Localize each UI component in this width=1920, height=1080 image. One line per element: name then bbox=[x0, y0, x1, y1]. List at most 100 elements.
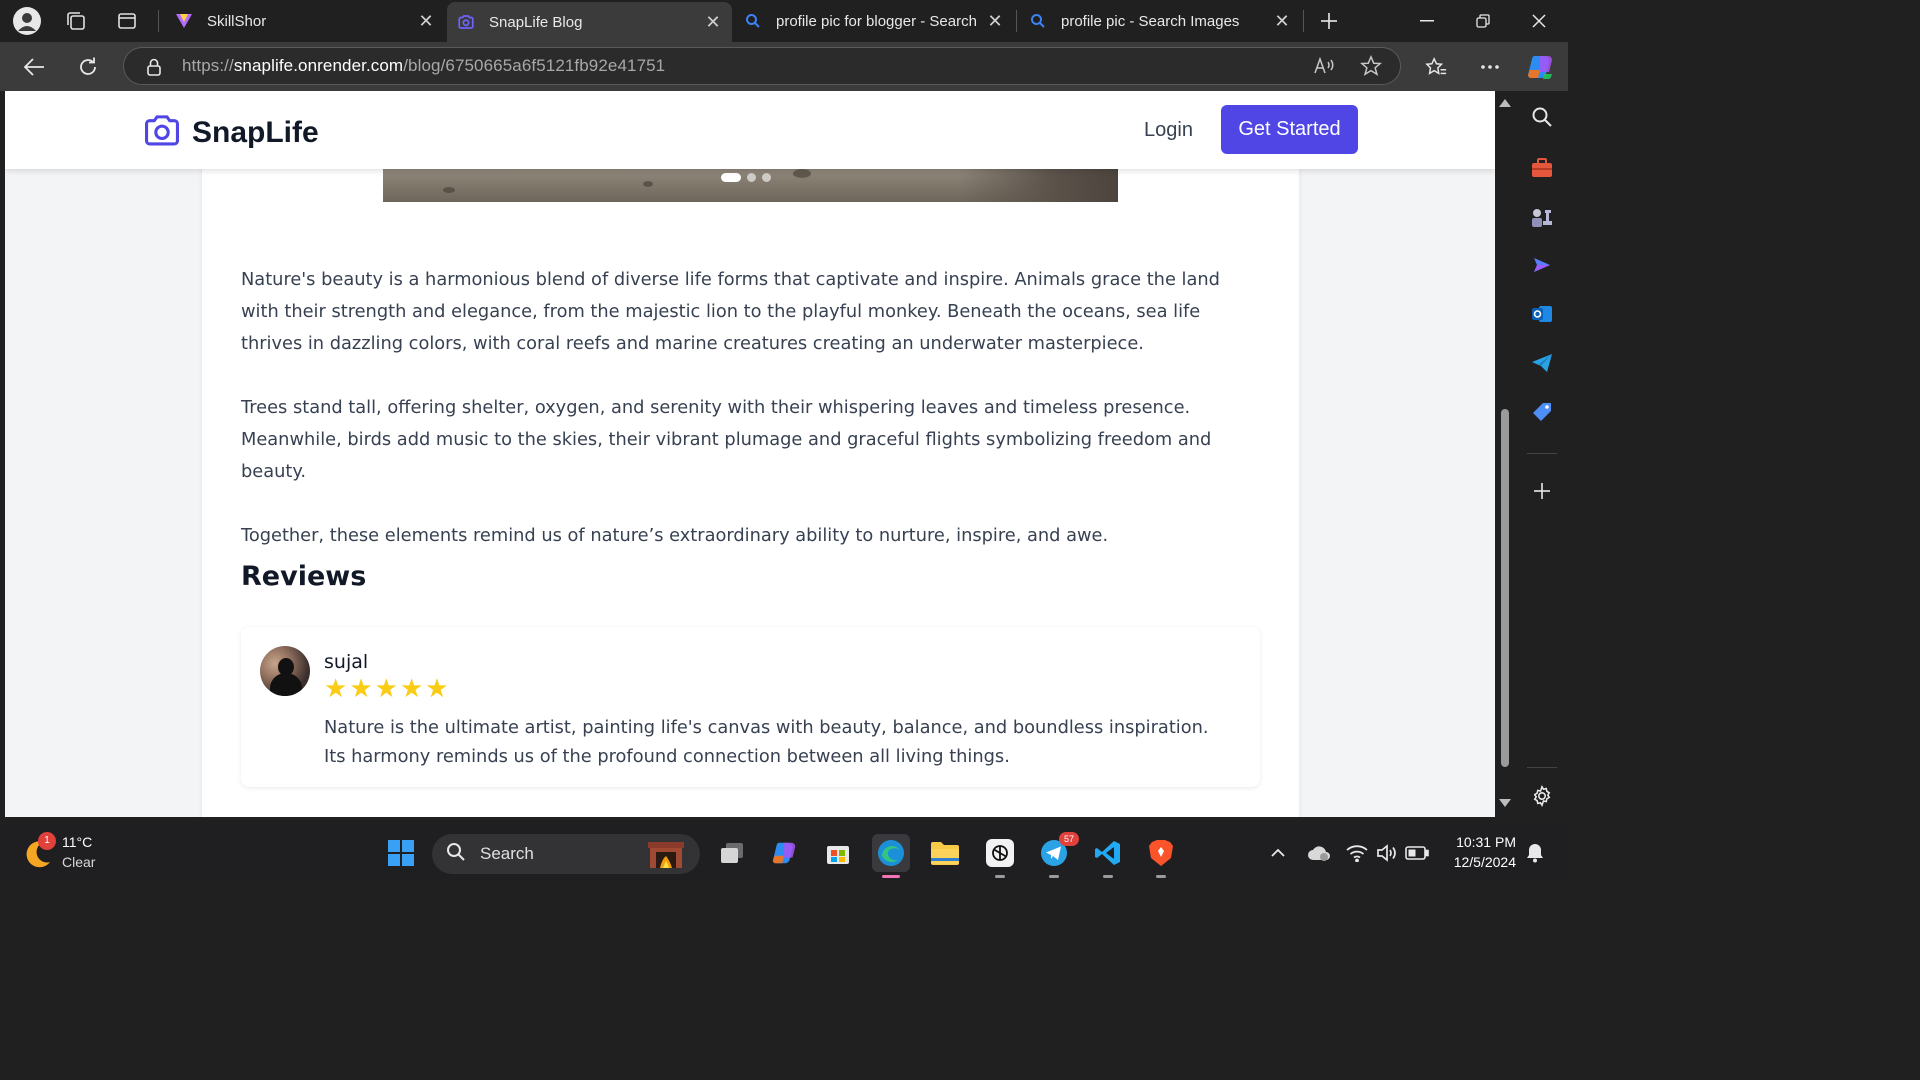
copilot-sidebar-icon[interactable] bbox=[1528, 251, 1556, 279]
task-view-icon[interactable] bbox=[713, 834, 751, 872]
refresh-icon[interactable] bbox=[71, 50, 105, 84]
edge-sidebar bbox=[1515, 91, 1568, 817]
sidebar-settings-icon[interactable] bbox=[1528, 782, 1556, 810]
site-logo[interactable]: SnapLife bbox=[143, 113, 319, 152]
favorite-star-icon[interactable] bbox=[1359, 54, 1383, 82]
battery-icon[interactable] bbox=[1402, 834, 1432, 872]
page-scrollbar[interactable] bbox=[1495, 91, 1515, 817]
tab-title: SkillShor bbox=[207, 12, 267, 30]
tab-title: SnapLife Blog bbox=[489, 13, 583, 31]
volume-icon[interactable] bbox=[1372, 834, 1402, 872]
profile-avatar-icon[interactable] bbox=[12, 6, 42, 36]
carousel-dot[interactable] bbox=[762, 173, 771, 182]
read-aloud-icon[interactable] bbox=[1313, 56, 1335, 81]
clock-time: 10:31 PM bbox=[1456, 834, 1516, 850]
get-started-button[interactable]: Get Started bbox=[1221, 105, 1358, 154]
wifi-icon[interactable] bbox=[1342, 834, 1372, 872]
close-tab-icon[interactable]: ✕ bbox=[704, 12, 722, 33]
tab-profile-pic-for-blogger[interactable]: profile pic for blogger - Search ✕ bbox=[734, 2, 1014, 40]
review-rating: ★ ★ ★ ★ ★ bbox=[324, 673, 449, 703]
article-paragraph: Trees stand tall, offering shelter, oxyg… bbox=[241, 397, 1212, 482]
tools-briefcase-icon[interactable] bbox=[1528, 154, 1556, 182]
reviews-heading: Reviews bbox=[241, 561, 367, 592]
send-telegram-icon[interactable] bbox=[1528, 349, 1556, 377]
more-menu-icon[interactable] bbox=[1473, 50, 1507, 84]
copilot-taskbar-icon[interactable] bbox=[766, 834, 804, 872]
add-sidebar-app-icon[interactable] bbox=[1528, 477, 1556, 505]
scroll-up-icon[interactable] bbox=[1499, 99, 1511, 107]
carousel-dot[interactable] bbox=[721, 173, 741, 182]
star-icon: ★ bbox=[425, 673, 449, 703]
new-tab-icon[interactable] bbox=[1314, 6, 1344, 36]
blog-article-body: Nature's beauty is a harmonious blend of… bbox=[241, 264, 1261, 584]
lock-icon[interactable] bbox=[146, 58, 162, 81]
sidebar-search-icon[interactable] bbox=[1528, 103, 1556, 131]
vscode-icon[interactable] bbox=[1089, 834, 1127, 878]
login-link[interactable]: Login bbox=[1144, 119, 1193, 142]
tab-profile-pic-search-images[interactable]: profile pic - Search Images ✕ bbox=[1019, 2, 1301, 40]
browser-tab-strip: SkillShor ✕ SnapLife Blog ✕ profile pic … bbox=[0, 0, 1568, 42]
telegram-icon[interactable]: 57 bbox=[1035, 832, 1079, 878]
chatgpt-icon[interactable] bbox=[981, 834, 1019, 878]
taskbar-search-icon bbox=[446, 842, 466, 867]
close-tab-icon[interactable]: ✕ bbox=[417, 11, 435, 32]
star-icon: ★ bbox=[374, 673, 398, 703]
fireplace-search-highlight-icon bbox=[646, 840, 686, 875]
notification-bell-icon[interactable] bbox=[1520, 834, 1550, 872]
tab-skillshor[interactable]: SkillShor ✕ bbox=[165, 2, 445, 40]
weather-condition: Clear bbox=[62, 854, 96, 870]
favorites-icon[interactable] bbox=[1419, 50, 1453, 84]
star-icon: ★ bbox=[349, 673, 373, 703]
reviewer-avatar bbox=[260, 646, 310, 696]
review-text: Nature is the ultimate artist, painting … bbox=[324, 717, 1209, 767]
brand-name: SnapLife bbox=[192, 115, 319, 149]
article-paragraph: Nature's beauty is a harmonious blend of… bbox=[241, 269, 1220, 354]
tab-snaplife-blog[interactable]: SnapLife Blog ✕ bbox=[447, 2, 732, 42]
system-clock[interactable]: 10:31 PM 12/5/2024 bbox=[1440, 832, 1516, 872]
carousel-dot[interactable] bbox=[747, 173, 756, 182]
star-icon: ★ bbox=[324, 673, 348, 703]
scrollbar-thumb[interactable] bbox=[1501, 409, 1509, 767]
back-icon[interactable] bbox=[17, 50, 51, 84]
weather-temp: 11°C bbox=[62, 834, 93, 850]
star-icon: ★ bbox=[399, 673, 424, 703]
microsoft-store-icon[interactable] bbox=[819, 834, 857, 872]
telegram-unread-badge: 57 bbox=[1059, 832, 1079, 846]
article-paragraph: Together, these elements remind us of na… bbox=[241, 525, 1109, 546]
windows-start-icon[interactable] bbox=[382, 834, 420, 872]
search-favicon-icon bbox=[1029, 12, 1047, 30]
show-hidden-icons-chevron-up-icon[interactable] bbox=[1262, 834, 1294, 872]
file-explorer-icon[interactable] bbox=[926, 834, 964, 872]
scroll-down-icon[interactable] bbox=[1499, 799, 1511, 807]
site-header: SnapLife Login Get Started bbox=[5, 91, 1495, 169]
camera-favicon-icon bbox=[457, 13, 475, 31]
clock-date: 12/5/2024 bbox=[1453, 854, 1516, 870]
brave-browser-icon[interactable] bbox=[1142, 834, 1180, 878]
weather-alert-badge: 1 bbox=[38, 832, 56, 850]
search-favicon-icon bbox=[744, 12, 762, 30]
camera-logo-icon bbox=[143, 113, 181, 152]
skillshor-favicon-icon bbox=[175, 12, 193, 30]
taskbar-search[interactable]: Search bbox=[432, 834, 700, 874]
tab-actions-icon[interactable] bbox=[112, 6, 142, 36]
review-card: sujal ★ ★ ★ ★ ★ Nature is the ultimate a… bbox=[241, 627, 1260, 787]
restore-icon[interactable] bbox=[1455, 0, 1511, 42]
carousel-indicators bbox=[721, 173, 771, 182]
games-icon[interactable] bbox=[1528, 203, 1556, 231]
address-bar[interactable]: https://snaplife.onrender.com/blog/67506… bbox=[123, 47, 1401, 85]
close-tab-icon[interactable]: ✕ bbox=[1273, 11, 1291, 32]
close-tab-icon[interactable]: ✕ bbox=[986, 11, 1004, 32]
edge-taskbar-icon[interactable] bbox=[872, 834, 910, 878]
workspaces-icon[interactable] bbox=[61, 6, 91, 36]
windows-taskbar: 1 11°C Clear Search 57 10:31 PM 12/5/202… bbox=[0, 824, 1568, 882]
shopping-tag-icon[interactable] bbox=[1528, 398, 1556, 426]
close-window-icon[interactable] bbox=[1511, 0, 1567, 42]
copilot-icon[interactable] bbox=[1524, 50, 1558, 84]
tab-title: profile pic for blogger - Search bbox=[776, 12, 977, 30]
reviewer-name: sujal bbox=[324, 651, 369, 673]
url-text: https://snaplife.onrender.com/blog/67506… bbox=[182, 56, 666, 75]
minimize-icon[interactable] bbox=[1399, 0, 1455, 42]
onedrive-cloud-icon[interactable] bbox=[1302, 834, 1336, 872]
taskbar-search-label: Search bbox=[480, 844, 534, 863]
outlook-icon[interactable] bbox=[1528, 300, 1556, 328]
